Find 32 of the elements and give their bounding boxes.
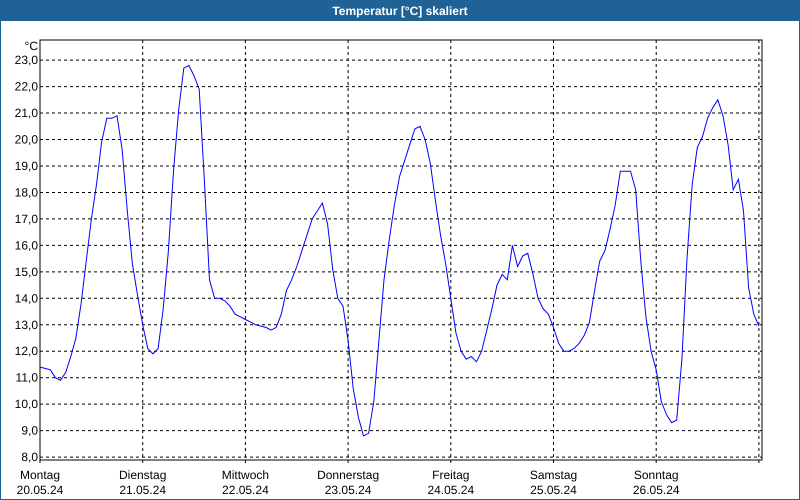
y-tick-label: 22,0	[14, 80, 38, 94]
date-label: 24.05.24	[427, 483, 474, 497]
y-tick-label: 21,0	[14, 106, 38, 120]
date-label: 20.05.24	[16, 483, 64, 497]
y-tick-label: 13,0	[14, 318, 38, 332]
weekday-label: Samstag	[530, 468, 578, 482]
y-tick-label: 17,0	[14, 212, 38, 226]
weekday-label: Freitag	[432, 468, 470, 482]
y-tick-label: 16,0	[14, 238, 38, 252]
y-tick-label: 14,0	[14, 291, 38, 306]
y-tick-label: 20,0	[14, 132, 38, 146]
weekday-label: Mittwoch	[222, 468, 270, 482]
y-tick-label: 15,0	[14, 264, 38, 279]
axis-unit: °C	[24, 39, 38, 53]
y-tick-label: 12,0	[14, 344, 38, 358]
weekday-label: Sonntag	[634, 468, 679, 482]
y-tick-label: 8,0	[21, 450, 38, 464]
y-tick-label: 11,0	[16, 370, 38, 385]
y-tick-label: 10,0	[14, 397, 38, 412]
window-title: Temperatur [°C] skaliert	[332, 4, 468, 18]
y-tick-label: 19,0	[14, 158, 38, 173]
date-label: 22.05.24	[222, 483, 269, 497]
y-tick-label: 18,0	[14, 185, 38, 200]
date-label: 26.05.24	[632, 483, 680, 497]
date-label: 25.05.24	[530, 483, 577, 497]
date-label: 21.05.24	[119, 483, 166, 497]
weekday-label: Dienstag	[119, 468, 166, 482]
y-tick-label: 23,0	[14, 53, 38, 68]
y-tick-label: 9,0	[21, 424, 38, 438]
weekday-label: Montag	[20, 468, 60, 482]
date-label: 23.05.24	[324, 483, 372, 497]
weekday-label: Donnerstag	[317, 468, 380, 482]
